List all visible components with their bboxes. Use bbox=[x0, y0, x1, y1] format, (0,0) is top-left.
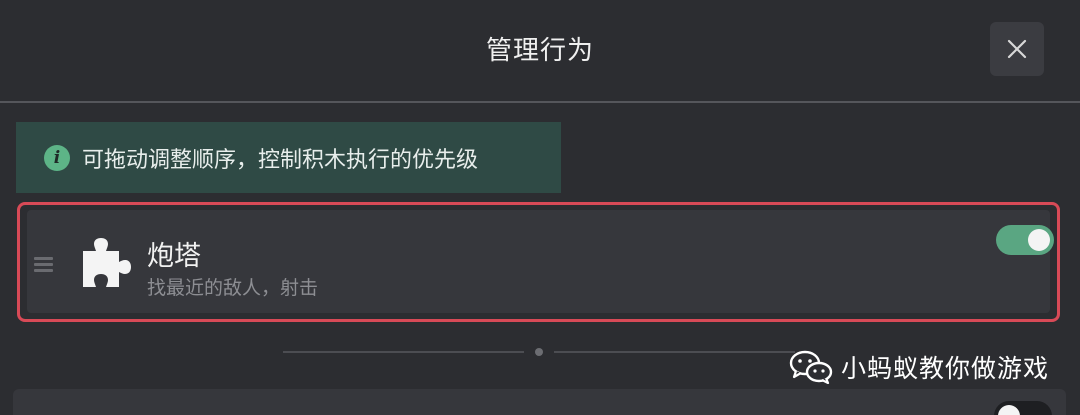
watermark: 小蚂蚁教你做游戏 bbox=[789, 349, 1049, 385]
hint-banner: i 可拖动调整顺序，控制积木执行的优先级 bbox=[16, 122, 561, 193]
separator-dot bbox=[535, 348, 543, 356]
close-icon bbox=[1007, 39, 1027, 59]
behavior-item[interactable]: 炮塔 找最近的敌人，射击 bbox=[27, 210, 1054, 313]
separator-line-left bbox=[283, 351, 524, 353]
header-divider bbox=[0, 101, 1080, 103]
watermark-text: 小蚂蚁教你做游戏 bbox=[841, 354, 1050, 383]
toggle-knob bbox=[1028, 229, 1050, 251]
hint-text: 可拖动调整顺序，控制积木执行的优先级 bbox=[82, 147, 479, 173]
dialog-title: 管理行为 bbox=[485, 36, 594, 66]
puzzle-piece-icon bbox=[83, 238, 131, 287]
close-button[interactable] bbox=[990, 22, 1044, 76]
behavior-enable-toggle-next[interactable] bbox=[994, 401, 1052, 415]
behavior-item-next[interactable] bbox=[13, 389, 1066, 415]
behavior-description: 找最近的敌人，射击 bbox=[147, 277, 319, 299]
behavior-item-highlight: 炮塔 找最近的敌人，射击 bbox=[17, 202, 1060, 322]
behavior-name: 炮塔 bbox=[147, 241, 201, 272]
drag-handle-icon[interactable] bbox=[34, 257, 53, 275]
toggle-knob bbox=[998, 405, 1020, 415]
dialog-header: 管理行为 bbox=[0, 0, 1080, 101]
behavior-enable-toggle[interactable] bbox=[996, 225, 1054, 255]
wechat-icon bbox=[789, 350, 833, 384]
manage-behaviors-dialog: 管理行为 i 可拖动调整顺序，控制积木执行的优先级 炮塔 找最近的敌人，射击 小… bbox=[0, 0, 1080, 415]
info-icon: i bbox=[44, 144, 70, 171]
separator-line-right bbox=[554, 351, 795, 353]
